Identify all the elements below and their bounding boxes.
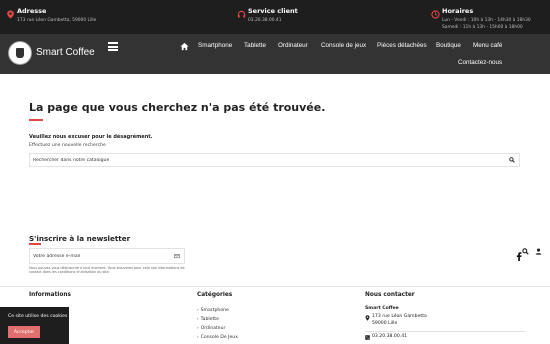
nav-item-menu-cafe[interactable]: Menu café xyxy=(473,42,502,49)
nav-item-boutique[interactable]: Boutique xyxy=(436,42,461,49)
footer-category-tablette[interactable]: › Tablette xyxy=(197,316,219,322)
headset-icon xyxy=(237,10,246,18)
chevron-right-icon: › xyxy=(197,334,199,339)
nav-item-smartphone[interactable]: Smartphone xyxy=(198,42,232,49)
newsletter-email-input[interactable] xyxy=(33,252,163,261)
service-phone[interactable]: 03.20.38.00.41 xyxy=(248,17,282,24)
footer-contact-title: Nous contacter xyxy=(365,292,415,298)
chevron-right-icon: › xyxy=(197,307,199,312)
footer-address: 173 rue Léon Gambetta 59000 Lille xyxy=(372,314,427,327)
cookie-banner: Ce site utilise des cookies Accepter xyxy=(0,307,69,344)
nav-item-ordinateur[interactable]: Ordinateur xyxy=(278,42,308,49)
catalog-search xyxy=(29,153,520,167)
phone-icon xyxy=(365,335,370,340)
top-info-bar: Adresse 173 rue Léon Gambetta, 59000 Lil… xyxy=(0,0,550,34)
newsletter-underline xyxy=(29,243,41,245)
hours-title: Horaires xyxy=(442,7,474,15)
hours-saturday: Samedi : 11h à 13h - 15h00 à 18h00 xyxy=(442,25,523,30)
nav-item-console[interactable]: Console de jeux xyxy=(321,42,366,49)
facebook-icon[interactable] xyxy=(516,252,522,261)
brand-logo[interactable] xyxy=(8,41,32,65)
nav-item-pieces[interactable]: Pièces détachées xyxy=(377,42,427,49)
footer-company-name: Smart Coffee xyxy=(365,306,399,311)
footer-divider xyxy=(0,286,550,287)
hours-weekday: Lun - Vendi : 10h à 13h - 14h30 à 18h30 xyxy=(442,18,531,23)
accept-cookies-button[interactable]: Accepter xyxy=(8,326,40,338)
newsletter-disclaimer: Vous pouvez vous désinscrire à tout mome… xyxy=(29,266,185,275)
address-text: 173 rue Léon Gambetta, 59000 Lille xyxy=(17,18,97,23)
catalog-search-input[interactable] xyxy=(33,155,493,165)
footer-category-console[interactable]: › Console De Jeux xyxy=(197,334,238,340)
footer-phone[interactable]: 03.20.38.00.41 xyxy=(372,334,407,339)
page-title: La page que vous cherchez n'a pas été tr… xyxy=(29,101,326,114)
map-pin-icon xyxy=(365,315,370,321)
nav-item-tablette[interactable]: Tablette xyxy=(244,42,266,49)
footer-info-title: Informations xyxy=(29,292,71,298)
address-title: Adresse xyxy=(17,7,47,15)
chevron-right-icon: › xyxy=(197,316,199,321)
chevron-right-icon: › xyxy=(197,325,199,330)
footer-categories-title: Catégories xyxy=(197,292,233,298)
home-icon[interactable] xyxy=(180,42,189,51)
search-icon[interactable] xyxy=(509,157,515,163)
newsletter-form xyxy=(29,248,185,264)
newsletter-title: S'inscrire à la newsletter xyxy=(29,234,131,243)
coffee-cup-icon xyxy=(16,48,24,58)
footer-contact-separator xyxy=(365,331,525,332)
envelope-icon[interactable] xyxy=(174,253,180,259)
brand-name[interactable]: Smart Coffee xyxy=(36,47,95,58)
title-underline xyxy=(29,119,43,121)
footer-address-city: 59000 Lille xyxy=(372,320,398,326)
footer-category-ordinateur[interactable]: › Ordinateur xyxy=(197,325,225,331)
user-icon[interactable] xyxy=(535,248,542,255)
hamburger-menu-icon[interactable] xyxy=(108,42,118,51)
main-navigation: Smart Coffee xyxy=(0,34,550,74)
search-prompt: Effectuez une nouvelle recherche xyxy=(29,143,106,148)
footer-category-smartphone[interactable]: › Smartphone xyxy=(197,307,229,313)
footer-address-street: 173 rue Léon Gambetta xyxy=(372,314,427,319)
service-title: Service client xyxy=(248,7,298,15)
apology-text: Veuillez nous excuser pour le désagrémen… xyxy=(29,134,153,140)
nav-item-contact[interactable]: Contactez-nous xyxy=(458,59,502,66)
map-pin-icon xyxy=(7,10,14,19)
cookie-message: Ce site utilise des cookies xyxy=(8,314,68,319)
search-icon[interactable] xyxy=(522,248,529,255)
clock-icon xyxy=(431,10,440,19)
